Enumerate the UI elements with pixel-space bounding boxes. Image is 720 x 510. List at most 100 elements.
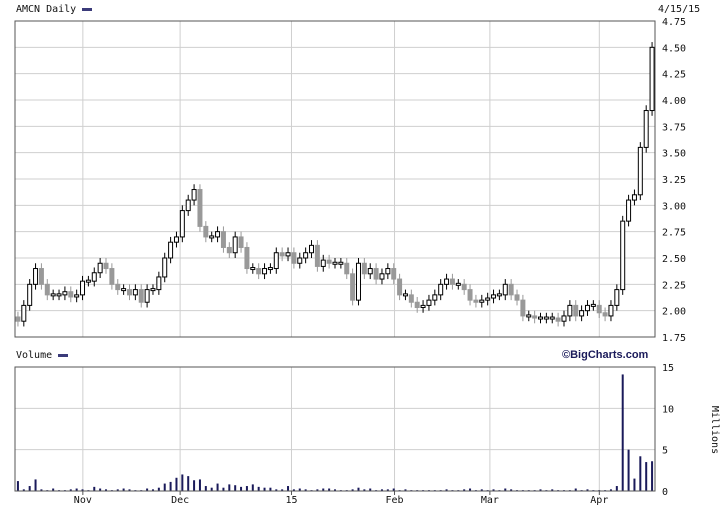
- candle: [126, 284, 132, 301]
- candle-body-up: [21, 304, 27, 322]
- volume-bar: [93, 486, 96, 491]
- candle-body-up: [150, 288, 156, 292]
- candle-body-up: [626, 199, 632, 222]
- candle-body-down: [256, 268, 262, 275]
- candle: [203, 221, 209, 243]
- x-tick-label: Dec: [171, 495, 189, 506]
- price-tick-label: 2.75: [662, 228, 686, 239]
- candle-body-down: [197, 189, 203, 227]
- candle-body-up: [543, 316, 549, 320]
- volume-tick-label: 5: [662, 446, 668, 457]
- candle-body-down: [555, 317, 561, 322]
- volume-bar: [198, 479, 201, 491]
- price-axis-ticks: 1.75 2.00 2.25 2.50 2.75 3.00 3.25 3.50 3.75 4.00…: [662, 17, 686, 344]
- volume-bar: [651, 461, 654, 491]
- candle: [344, 258, 350, 280]
- candle-body-up: [455, 282, 461, 286]
- candle: [549, 312, 555, 324]
- candle-body-up: [614, 289, 620, 306]
- candle: [543, 312, 549, 324]
- candle-body-down: [514, 294, 520, 301]
- candle: [27, 279, 33, 311]
- candle: [238, 231, 244, 253]
- candle: [491, 289, 497, 304]
- candle-body-up: [579, 310, 585, 317]
- candle: [444, 273, 450, 290]
- candle-body-up: [121, 288, 127, 292]
- candle-body-down: [408, 294, 414, 303]
- x-tick-label: Nov: [74, 495, 92, 506]
- candle-body-down: [414, 301, 420, 309]
- candle: [538, 312, 544, 324]
- x-tick-label: Apr: [590, 495, 608, 506]
- candle: [561, 310, 567, 327]
- volume-gridlines: [15, 366, 655, 492]
- candle: [220, 226, 226, 253]
- candle-body-down: [314, 244, 320, 267]
- volume-title: Volume: [16, 350, 52, 361]
- candle: [56, 289, 62, 301]
- candle-body-up: [156, 276, 162, 291]
- candle-body-up: [367, 268, 373, 275]
- candle: [373, 263, 379, 285]
- candle-body-up: [62, 291, 68, 296]
- candle: [361, 258, 367, 280]
- candle-body-up: [297, 257, 303, 264]
- candle-body-down: [520, 299, 526, 317]
- candle: [291, 247, 297, 269]
- candle: [573, 300, 579, 322]
- candle: [256, 263, 262, 280]
- volume-bar: [163, 483, 166, 491]
- candle-body-up: [185, 199, 191, 212]
- candle-body-up: [85, 279, 91, 283]
- candle-body-up: [620, 220, 626, 291]
- candle: [402, 289, 408, 301]
- candle-body-down: [397, 278, 403, 296]
- volume-bar: [645, 462, 648, 491]
- candle: [602, 307, 608, 322]
- volume-bar: [16, 481, 19, 491]
- candle-body-down: [467, 289, 473, 301]
- candle-body-up: [332, 261, 338, 265]
- price-tick-label: 4.75: [662, 17, 686, 28]
- candle: [643, 105, 649, 153]
- candle: [21, 300, 27, 327]
- candle-body-up: [491, 294, 497, 299]
- volume-axis-ticks: 0 5 10 15: [662, 363, 674, 498]
- candle: [338, 258, 344, 269]
- volume-bar: [175, 477, 178, 491]
- candle: [432, 289, 438, 306]
- candle: [614, 284, 620, 311]
- candle-body-down: [508, 283, 514, 296]
- price-gridlines: [15, 20, 655, 338]
- candle: [461, 279, 467, 295]
- candle: [567, 300, 573, 322]
- candle: [297, 252, 303, 269]
- candle: [631, 189, 637, 206]
- candle-body-up: [561, 315, 567, 322]
- candle: [44, 279, 50, 301]
- candle-body-up: [402, 293, 408, 297]
- candle-body-down: [361, 262, 367, 275]
- candle-body-up: [80, 280, 86, 296]
- candle: [50, 289, 56, 301]
- candle: [121, 284, 127, 295]
- candle: [33, 263, 39, 290]
- candle-body-down: [244, 246, 250, 270]
- volume-tick-label: 0: [662, 487, 668, 498]
- x-tick-label: Feb: [385, 495, 403, 506]
- candle: [320, 254, 326, 272]
- candle-body-down: [44, 283, 50, 296]
- price-candles: [15, 42, 655, 327]
- candle-body-down: [126, 289, 132, 296]
- candle: [473, 294, 479, 308]
- candle-body-up: [379, 273, 385, 280]
- candle: [197, 184, 203, 232]
- candle-body-down: [15, 316, 21, 322]
- candle: [350, 268, 356, 306]
- candle-body-up: [250, 267, 256, 271]
- candle: [168, 236, 174, 264]
- bigcharts-brand: ©BigCharts.com: [562, 349, 649, 361]
- volume-tick-label: 10: [662, 404, 674, 415]
- candle: [97, 258, 103, 279]
